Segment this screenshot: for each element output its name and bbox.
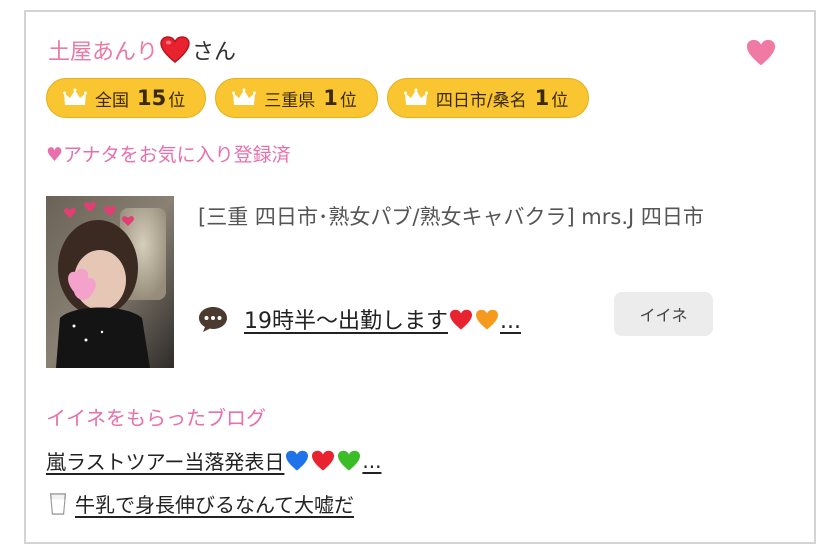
ranking-label: 全国 xyxy=(95,90,129,111)
profile-card: 土屋あんり さん 全国 15 位 三重県 1 位 四日市/桑名 1 位 ♥アナタ… xyxy=(24,10,816,544)
ranking-badges: 全国 15 位 三重県 1 位 四日市/桑名 1 位 xyxy=(46,78,590,118)
red-heart-icon xyxy=(160,36,190,64)
latest-comment: 19時半～出勤します... xyxy=(198,297,521,341)
ranking-badge-area[interactable]: 四日市/桑名 1 位 xyxy=(386,78,590,118)
comment-link[interactable]: 19時半～出勤します... xyxy=(244,303,521,335)
blog-link[interactable]: 牛乳で身長伸びるなんて大嘘だ xyxy=(46,489,354,518)
blog-link[interactable]: 嵐ラストツアー当落発表日... xyxy=(46,446,381,475)
ranking-badge-national[interactable]: 全国 15 位 xyxy=(46,78,207,118)
comment-text: 19時半～出勤します xyxy=(244,309,448,334)
shop-info[interactable]: [三重 四日市･熟女パブ/熟女キャバクラ] mrs.J 四日市 xyxy=(198,200,798,234)
ranking-suffix: 位 xyxy=(168,90,186,111)
blog-ellipsis: ... xyxy=(362,448,382,473)
ranking-number: 1 xyxy=(323,86,338,110)
name-suffix: さん xyxy=(192,40,237,65)
blue-heart-icon xyxy=(286,450,309,471)
profile-name-row: 土屋あんり さん xyxy=(48,32,236,68)
ranking-number: 15 xyxy=(137,86,167,110)
green-heart-icon xyxy=(338,450,361,471)
ranking-label: 四日市/桑名 xyxy=(435,90,527,111)
blog-title: 嵐ラストツアー当落発表日 xyxy=(46,450,285,474)
crown-icon xyxy=(403,88,428,105)
ranking-label: 三重県 xyxy=(264,90,316,111)
milk-glass-icon xyxy=(49,492,67,515)
ranking-badge-prefecture[interactable]: 三重県 1 位 xyxy=(215,78,378,118)
liked-blogs-heading: イイネをもらったブログ xyxy=(46,406,266,430)
crown-icon xyxy=(232,88,257,105)
favorite-status: ♥アナタをお気に入り登録済 xyxy=(46,144,291,166)
blog-title: 牛乳で身長伸びるなんて大嘘だ xyxy=(75,493,354,517)
ranking-suffix: 位 xyxy=(551,90,569,111)
orange-heart-icon xyxy=(476,309,498,330)
comment-ellipsis: ... xyxy=(500,309,521,334)
red-heart-icon xyxy=(450,309,472,330)
like-button[interactable]: イイネ xyxy=(614,292,713,336)
profile-name[interactable]: 土屋あんり xyxy=(48,34,158,66)
profile-photo[interactable] xyxy=(46,196,174,368)
red-heart-icon xyxy=(312,450,335,471)
ranking-number: 1 xyxy=(534,86,550,110)
profile-photo-image xyxy=(46,196,174,368)
heart-icon[interactable] xyxy=(746,38,776,68)
ranking-suffix: 位 xyxy=(339,90,357,111)
speech-bubble-icon xyxy=(199,307,227,332)
crown-icon xyxy=(63,88,87,105)
